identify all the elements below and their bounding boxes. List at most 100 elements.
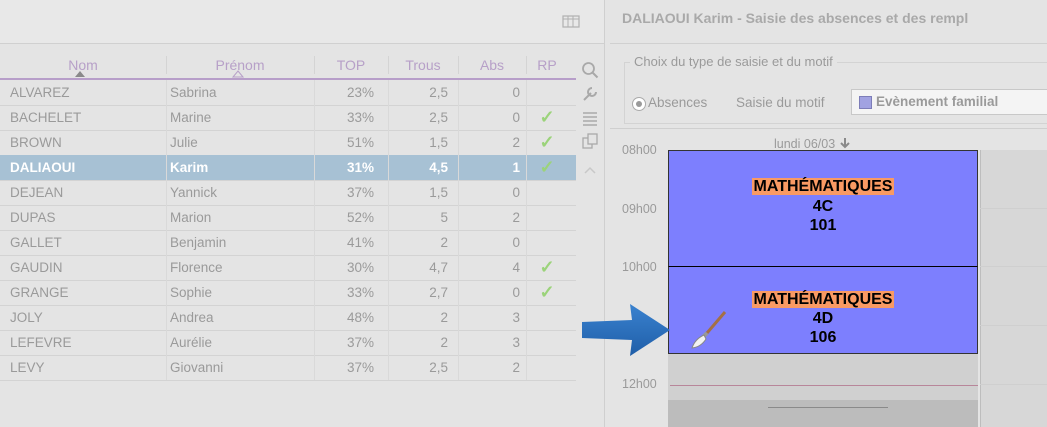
list-icon[interactable]: [581, 109, 599, 127]
cell-trous: 2,5: [429, 110, 448, 125]
motif-select[interactable]: Evènement familial: [851, 89, 1047, 115]
cell-top: 41%: [346, 235, 374, 250]
column-divider: [458, 130, 459, 155]
cell-trous: 2,5: [429, 360, 448, 375]
hour-gridline: [980, 208, 1047, 209]
timetable-next-day-column[interactable]: [980, 150, 1047, 427]
table-row[interactable]: GALLET Benjamin 41% 2 0: [0, 230, 576, 256]
course-block[interactable]: MATHÉMATIQUES 4D 106: [668, 266, 978, 354]
cell-nom: LEFEVRE: [10, 335, 72, 350]
copy-icon[interactable]: [581, 132, 599, 150]
arrow-right-icon: [582, 304, 670, 356]
cell-trous: 2: [440, 310, 448, 325]
column-divider: [166, 255, 167, 280]
table-row[interactable]: LEVY Giovanni 37% 2,5 2: [0, 355, 576, 381]
table-row[interactable]: BACHELET Marine 33% 2,5 0 ✓: [0, 105, 576, 131]
table-row[interactable]: BROWN Julie 51% 1,5 2 ✓: [0, 130, 576, 156]
day-header[interactable]: lundi 06/03: [774, 137, 851, 151]
cell-top: 23%: [346, 85, 374, 100]
cell-prenom: Marion: [170, 210, 212, 225]
column-divider: [166, 280, 167, 305]
motif-select-value: Evènement familial: [876, 94, 999, 109]
table-row[interactable]: DEJEAN Yannick 37% 1,5 0: [0, 180, 576, 206]
column-divider: [458, 80, 459, 105]
column-divider: [166, 105, 167, 130]
column-divider: [388, 80, 389, 105]
list-toolbar: [0, 0, 604, 44]
cell-nom: DEJEAN: [10, 185, 64, 200]
cell-top: 33%: [346, 110, 374, 125]
course-block[interactable]: MATHÉMATIQUES 4C 101: [668, 150, 978, 267]
cell-trous: 4,5: [429, 160, 448, 175]
student-list-panel: Nom Prénom TOP Trous Abs RP ALVAREZ Sabri…: [0, 0, 604, 427]
cell-abs: 2: [512, 210, 520, 225]
cell-rp-check: [536, 180, 558, 205]
column-divider: [458, 330, 459, 355]
cell-abs: 1: [512, 160, 520, 175]
cell-prenom: Marine: [170, 110, 212, 125]
cell-prenom: Karim: [170, 160, 209, 175]
cell-prenom: Andrea: [170, 310, 214, 325]
absences-radio-label[interactable]: Absences: [648, 95, 707, 110]
sort-ascending-icon: [75, 71, 85, 77]
column-divider: [526, 280, 527, 305]
scroll-up-icon[interactable]: [581, 162, 599, 180]
cell-top: 48%: [346, 310, 374, 325]
col-header-prenom[interactable]: Prénom: [166, 52, 314, 78]
cell-nom: BROWN: [10, 135, 62, 150]
column-divider: [526, 205, 527, 230]
cell-rp-check: ✓: [539, 257, 555, 277]
entry-type-legend: Choix du type de saisie et du motif: [630, 54, 837, 69]
cell-top: 52%: [346, 210, 374, 225]
cell-abs: 0: [512, 110, 520, 125]
table-row[interactable]: LEFEVRE Aurélie 37% 2 3: [0, 330, 576, 356]
cell-rp-check: ✓: [539, 132, 555, 152]
column-divider: [166, 130, 167, 155]
cell-trous: 2,5: [429, 85, 448, 100]
column-divider: [388, 105, 389, 130]
cell-nom: DALIAOUI: [10, 160, 76, 175]
columns-config-icon[interactable]: [562, 13, 580, 29]
hour-gridline: [980, 266, 1047, 267]
hour-label: 12h00: [622, 377, 657, 391]
cell-abs: 0: [512, 235, 520, 250]
column-divider: [526, 80, 527, 105]
table-row[interactable]: GAUDIN Florence 30% 4,7 4 ✓: [0, 255, 576, 281]
cell-top: 31%: [346, 160, 374, 175]
col-header-top[interactable]: TOP: [314, 52, 388, 78]
col-header-abs[interactable]: Abs: [458, 52, 526, 78]
panel-divider[interactable]: [604, 0, 605, 427]
col-header-nom[interactable]: Nom: [0, 52, 166, 78]
motif-color-swatch: [859, 96, 872, 109]
absence-entry-panel: DALIAOUI Karim - Saisie des absences et …: [610, 0, 1047, 427]
absences-radio[interactable]: [632, 97, 646, 111]
column-divider: [314, 80, 315, 105]
cell-rp-check: ✓: [539, 157, 555, 177]
hour-gridline: [980, 384, 1047, 385]
cell-top: 37%: [346, 335, 374, 350]
course-room: 101: [809, 217, 837, 234]
col-header-rp[interactable]: RP: [526, 52, 568, 78]
cell-trous: 1,5: [429, 135, 448, 150]
table-row[interactable]: GRANGE Sophie 33% 2,7 0 ✓: [0, 280, 576, 306]
cell-nom: GALLET: [10, 235, 62, 250]
column-divider: [526, 180, 527, 205]
cell-prenom: Sabrina: [170, 85, 217, 100]
wrench-icon[interactable]: [581, 85, 599, 103]
table-row[interactable]: DALIAOUI Karim 31% 4,5 1 ✓: [0, 155, 576, 181]
column-divider: [314, 330, 315, 355]
table-row[interactable]: DUPAS Marion 52% 5 2: [0, 205, 576, 231]
cell-nom: GRANGE: [10, 285, 69, 300]
column-divider: [458, 155, 459, 180]
column-divider: [314, 105, 315, 130]
timetable-lower-slot[interactable]: [668, 400, 978, 427]
table-row[interactable]: JOLY Andrea 48% 2 3: [0, 305, 576, 331]
column-divider: [458, 305, 459, 330]
search-icon[interactable]: [581, 61, 599, 79]
col-header-trous[interactable]: Trous: [388, 52, 458, 78]
cell-prenom: Yannick: [170, 185, 218, 200]
column-divider: [388, 305, 389, 330]
column-divider: [314, 180, 315, 205]
table-row[interactable]: ALVAREZ Sabrina 23% 2,5 0: [0, 80, 576, 106]
column-divider: [526, 155, 527, 180]
